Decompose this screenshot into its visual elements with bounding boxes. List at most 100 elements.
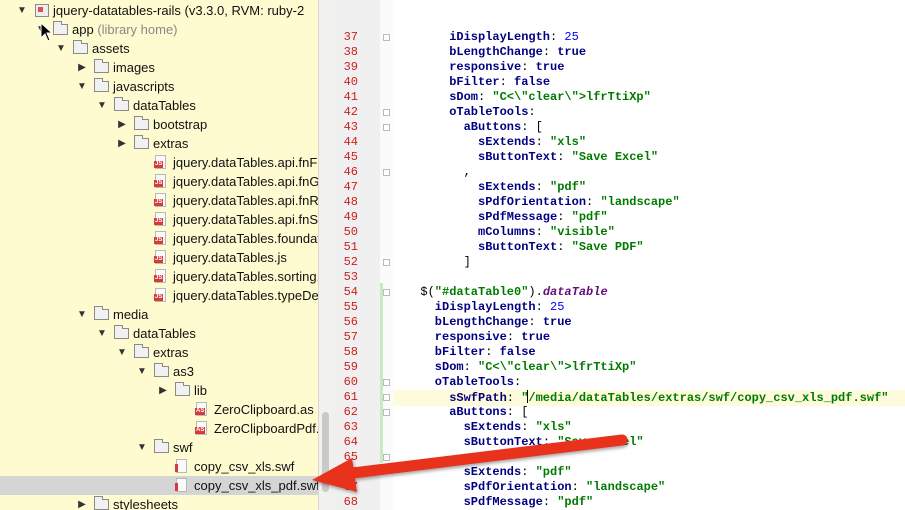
code-line[interactable]: sButtonText: "Save Excel": [464, 435, 644, 450]
code-line[interactable]: ,: [464, 165, 471, 180]
tree-item[interactable]: JS jquery.dataTables.typeDete: [0, 286, 322, 305]
tree-item[interactable]: ▶ lib: [0, 381, 318, 400]
tree-item[interactable]: ▼ javascripts: [0, 77, 318, 96]
fold-marker-icon[interactable]: [383, 454, 390, 461]
expanded-arrow-icon[interactable]: ▼: [136, 362, 148, 381]
tree-item[interactable]: ▼ jquery-datatables-rails (v3.3.0, RVM: r…: [0, 1, 318, 20]
tree-scrollbar[interactable]: [318, 0, 332, 510]
tree-item[interactable]: JS jquery.dataTables.js: [0, 248, 318, 267]
code-token: sSwfPath: [449, 391, 507, 405]
tree-item[interactable]: JS jquery.dataTables.api.fnGet: [0, 172, 322, 191]
collapsed-arrow-icon[interactable]: ▶: [76, 495, 88, 510]
code-editor[interactable]: 37 38 39 40 41 42 43 44 45 46 47 48 49 50 51 52 53 54 55 56…: [332, 0, 905, 510]
js-file-icon: JS: [154, 288, 166, 302]
fold-marker-icon[interactable]: [383, 379, 390, 386]
fold-marker-icon[interactable]: [383, 394, 390, 401]
code-token: aButtons: [463, 120, 522, 134]
code-line[interactable]: oTableTools:: [449, 105, 535, 120]
code-line[interactable]: bLengthChange: true: [449, 45, 586, 60]
collapsed-arrow-icon[interactable]: ▶: [116, 115, 128, 134]
code-line[interactable]: sExtends: "xls": [478, 135, 586, 150]
code-line[interactable]: oTableTools:: [435, 375, 521, 390]
code-token: 25: [550, 300, 565, 314]
expanded-arrow-icon[interactable]: ▼: [76, 77, 88, 96]
code-token: :: [521, 465, 536, 479]
tree-item[interactable]: ▼ media: [0, 305, 318, 324]
code-line[interactable]: sPdfOrientation: "landscape": [478, 195, 680, 210]
tree-item[interactable]: ▶ extras: [0, 134, 318, 153]
expanded-arrow-icon[interactable]: ▼: [136, 438, 148, 457]
tree-item[interactable]: JS jquery.dataTables.sorting.nu: [0, 267, 322, 286]
code-line[interactable]: bLengthChange: true: [435, 315, 572, 330]
fold-marker-icon[interactable]: [383, 124, 390, 131]
code-line[interactable]: sExtends: "pdf": [478, 180, 586, 195]
code-line[interactable]: sDom: "C<\"clear\">lfrTtiXp": [435, 360, 637, 375]
code-line[interactable]: sSwfPath: "/media/dataTables/extras/swf/…: [394, 390, 905, 406]
code-token: :: [535, 180, 551, 194]
tree-scrollbar-thumb[interactable]: [322, 412, 329, 492]
code-line[interactable]: sExtends: "pdf": [464, 465, 572, 480]
tree-item[interactable]: JS jquery.dataTables.api.fnSetF: [0, 210, 322, 229]
expanded-arrow-icon[interactable]: ▼: [76, 305, 88, 324]
collapsed-arrow-icon[interactable]: ▶: [116, 134, 128, 153]
fold-marker-icon[interactable]: [383, 289, 390, 296]
code-line[interactable]: aButtons: [: [464, 120, 543, 135]
code-line[interactable]: sPdfMessage: "pdf": [464, 495, 594, 510]
tree-item[interactable]: ▶ bootstrap: [0, 115, 318, 134]
line-number: 42: [343, 105, 358, 119]
code-line[interactable]: sButtonText: "Save PDF": [478, 240, 644, 255]
line-number: 40: [343, 75, 358, 89]
tree-item-label: copy_csv_xls.swf: [194, 459, 295, 474]
expanded-arrow-icon[interactable]: ▼: [116, 343, 128, 362]
tree-item[interactable]: JS jquery.dataTables.api.fnRelo: [0, 191, 322, 210]
fold-marker-icon[interactable]: [383, 34, 390, 41]
expanded-arrow-icon[interactable]: ▼: [55, 39, 67, 58]
tree-item[interactable]: copy_csv_xls.swf: [0, 457, 318, 476]
folder-icon: [94, 496, 109, 510]
expanded-arrow-icon[interactable]: ▼: [16, 1, 28, 20]
tree-item[interactable]: AS ZeroClipboardPdf.as: [0, 419, 322, 438]
tree-item[interactable]: ▶ images: [0, 58, 318, 77]
tree-item[interactable]: ▼ extras: [0, 343, 318, 362]
code-line[interactable]: responsive: true: [449, 60, 564, 75]
line-number: 68: [343, 495, 358, 509]
code-line[interactable]: sDom: "C<\"clear\">lfrTtiXp": [449, 90, 651, 105]
tree-item[interactable]: JS jquery.dataTables.api.fnFilte: [0, 153, 322, 172]
fold-marker-icon[interactable]: [383, 169, 390, 176]
fold-marker-icon[interactable]: [383, 259, 390, 266]
line-number: 51: [343, 240, 358, 254]
code-line[interactable]: bFilter: false: [449, 75, 550, 90]
code-line[interactable]: sPdfOrientation: "landscape": [464, 480, 666, 495]
expanded-arrow-icon[interactable]: ▼: [96, 324, 108, 343]
collapsed-arrow-icon[interactable]: ▶: [157, 381, 169, 400]
tree-item[interactable]: ▼ dataTables: [0, 96, 318, 115]
code-line[interactable]: sButtonText: "Save Excel": [478, 150, 658, 165]
code-line[interactable]: responsive: true: [435, 330, 550, 345]
line-number: 38: [343, 45, 358, 59]
tree-item[interactable]: ▼ swf: [0, 438, 318, 457]
collapsed-arrow-icon[interactable]: ▶: [76, 58, 88, 77]
fold-marker-icon[interactable]: [383, 409, 390, 416]
code-line[interactable]: sPdfMessage: "pdf": [478, 210, 608, 225]
tree-item[interactable]: ▼ as3: [0, 362, 318, 381]
fold-marker-icon[interactable]: [383, 109, 390, 116]
code-line[interactable]: iDisplayLength: 25: [449, 30, 579, 45]
tree-item-label: media: [113, 307, 149, 322]
code-line[interactable]: bFilter: false: [435, 345, 536, 360]
code-line[interactable]: ]: [464, 255, 471, 270]
code-line[interactable]: mColumns: "visible": [478, 225, 615, 240]
code-line[interactable]: ,: [449, 450, 456, 465]
tree-item[interactable]: ▶ stylesheets: [0, 495, 318, 510]
code-line[interactable]: aButtons: [: [449, 405, 528, 420]
expanded-arrow-icon[interactable]: ▼: [96, 96, 108, 115]
code-line[interactable]: iDisplayLength: 25: [435, 300, 565, 315]
code-token: sPdfOrientation: [478, 195, 587, 209]
folder-icon: [175, 382, 190, 396]
tree-item[interactable]: ▼ dataTables: [0, 324, 318, 343]
code-line[interactable]: $("#dataTable0").dataTable: [420, 285, 607, 300]
tree-item[interactable]: JS jquery.dataTables.foundatio: [0, 229, 322, 248]
code-token: :: [542, 45, 558, 59]
tree-item[interactable]: AS ZeroClipboard.as: [0, 400, 318, 419]
tree-item[interactable]: copy_csv_xls_pdf.swf: [0, 476, 320, 495]
code-line[interactable]: sExtends: "xls": [464, 420, 572, 435]
